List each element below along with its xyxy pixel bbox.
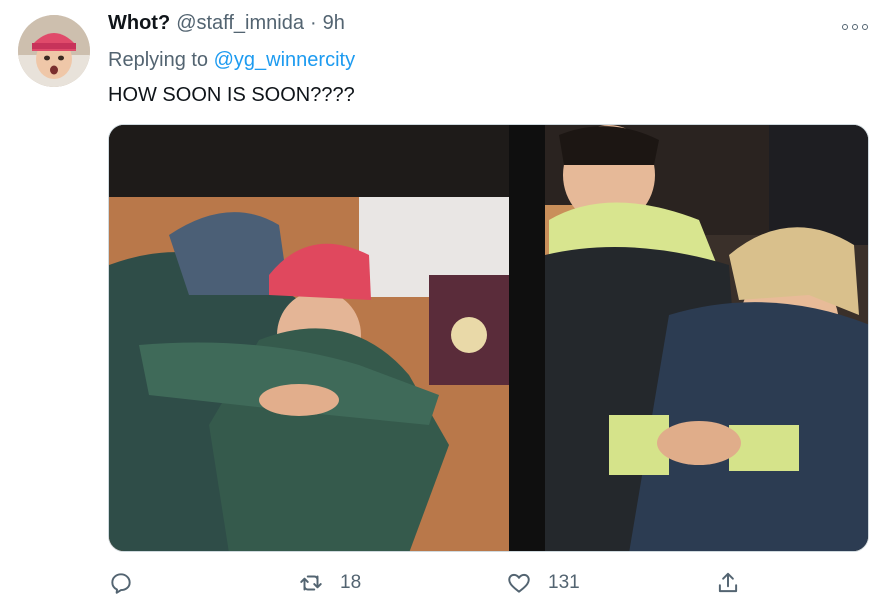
separator-dot: ·: [309, 12, 317, 34]
replying-to: Replying to @yg_winnercity: [108, 49, 355, 72]
media-photo-right[interactable]: [545, 125, 869, 552]
display-name[interactable]: Whot?: [108, 12, 170, 35]
reply-button[interactable]: [108, 566, 150, 600]
tweet-header: Whot? @staff_imnida · 9h: [108, 12, 345, 42]
avatar-image: [18, 15, 90, 87]
heart-icon: [508, 573, 530, 593]
like-count: 131: [548, 572, 580, 593]
retweet-icon: [300, 575, 322, 591]
tweet-text: HOW SOON IS SOON????: [108, 84, 355, 106]
replying-prefix: Replying to: [108, 49, 209, 71]
more-options-icon[interactable]: [842, 20, 868, 34]
retweet-count: 18: [340, 572, 362, 593]
tweet-media[interactable]: [108, 124, 869, 552]
action-bar: 18 131: [108, 566, 869, 600]
like-button[interactable]: 131: [506, 566, 580, 600]
user-handle[interactable]: @staff_imnida: [176, 12, 304, 35]
tweet-time[interactable]: 9h: [323, 12, 345, 35]
share-icon: [718, 572, 738, 593]
share-button[interactable]: [715, 566, 741, 600]
reply-icon: [111, 573, 131, 594]
retweet-button[interactable]: 18: [298, 566, 361, 600]
media-photo-left[interactable]: [109, 125, 509, 552]
reply-mention-link[interactable]: @yg_winnercity: [214, 49, 355, 71]
avatar[interactable]: [18, 15, 90, 87]
